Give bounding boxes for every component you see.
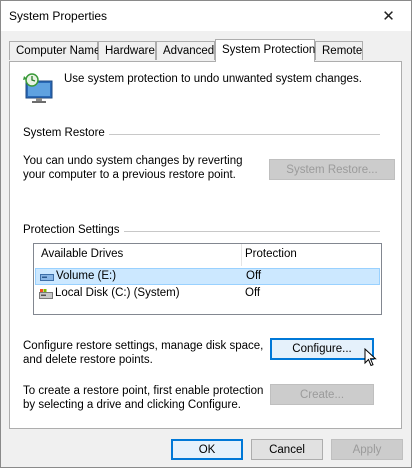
tab-computer-name[interactable]: Computer Name: [9, 41, 100, 60]
tab-system-protection[interactable]: System Protection: [215, 39, 315, 62]
intro-text: Use system protection to undo unwanted s…: [64, 73, 362, 85]
protection-settings-title: Protection Settings: [23, 224, 124, 236]
ok-button[interactable]: OK: [171, 439, 243, 460]
create-description: To create a restore point, first enable …: [23, 385, 264, 411]
drive-protection-status: Off: [245, 287, 261, 299]
drive-name: Volume (E:): [56, 270, 117, 282]
drives-list-header: Available Drives Protection: [34, 244, 381, 266]
title-bar[interactable]: System Properties ✕: [1, 1, 411, 31]
mouse-cursor-icon: [364, 348, 377, 367]
cancel-button[interactable]: Cancel: [251, 439, 323, 460]
tab-panel: Use system protection to undo unwanted s…: [9, 61, 402, 429]
drive-name: Local Disk (C:) (System): [55, 287, 180, 299]
configure-button[interactable]: Configure...: [270, 338, 374, 360]
column-separator: [241, 244, 242, 266]
system-restore-button[interactable]: System Restore...: [269, 159, 395, 180]
window-title: System Properties: [9, 9, 108, 23]
drive-icon: [40, 274, 54, 281]
system-restore-description: You can undo system changes by reverting…: [23, 155, 243, 181]
tab-advanced[interactable]: Advanced: [156, 41, 215, 60]
create-button[interactable]: Create...: [270, 384, 374, 405]
apply-button[interactable]: Apply: [331, 439, 403, 460]
system-properties-window: System Properties ✕ Computer Name Hardwa…: [0, 0, 412, 468]
drive-row-volume-e[interactable]: Volume (E:) Off: [35, 268, 380, 285]
drive-protection-status: Off: [246, 270, 262, 282]
column-protection[interactable]: Protection: [245, 248, 297, 260]
tab-hardware[interactable]: Hardware: [98, 41, 156, 60]
close-icon[interactable]: ✕: [366, 1, 411, 31]
configure-description: Configure restore settings, manage disk …: [23, 340, 264, 366]
system-restore-title: System Restore: [23, 127, 109, 139]
drives-list[interactable]: Available Drives Protection Volume (E:) …: [33, 243, 382, 315]
drive-row-local-disk-c[interactable]: Local Disk (C:) (System) Off: [35, 286, 380, 303]
system-drive-icon: [39, 289, 53, 299]
system-protection-icon: [23, 73, 53, 103]
tab-remote[interactable]: Remote: [315, 41, 363, 60]
column-available-drives[interactable]: Available Drives: [41, 248, 123, 260]
